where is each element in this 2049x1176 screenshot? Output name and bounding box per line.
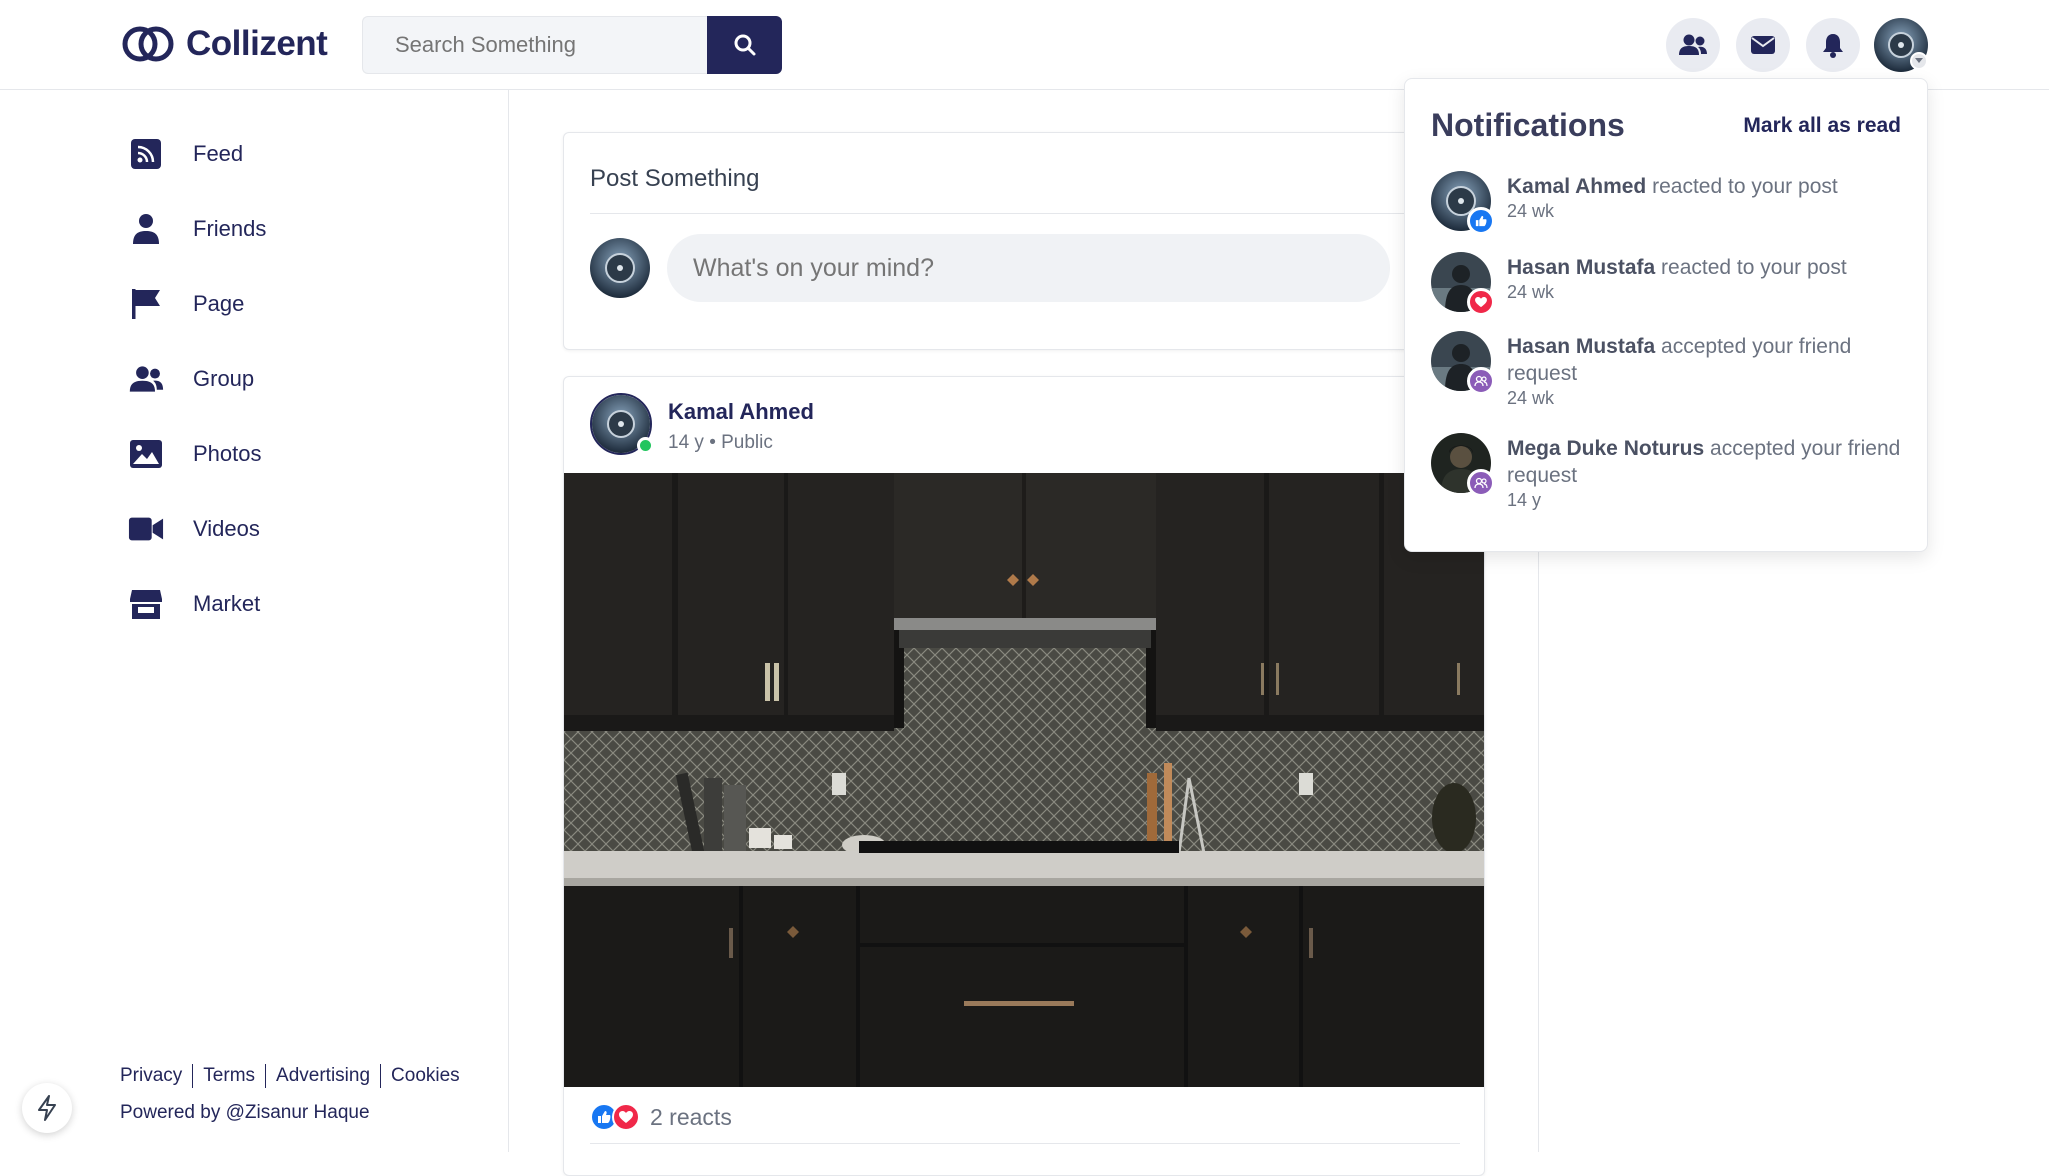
image-icon [128, 436, 164, 472]
user-icon [128, 211, 164, 247]
post-author[interactable]: Kamal Ahmed [668, 399, 814, 425]
friends-icon [1679, 34, 1707, 55]
divider [192, 1064, 194, 1088]
notification-text: Kamal Ahmed reacted to your post [1507, 173, 1907, 200]
heart-icon [612, 1103, 640, 1131]
divider [380, 1064, 382, 1088]
search-input[interactable] [362, 16, 707, 74]
notifications-dropdown: Notifications Mark all as read Kamal Ahm… [1404, 78, 1928, 552]
lightning-icon [38, 1095, 56, 1121]
reactions-summary[interactable]: 2 reacts [590, 1103, 732, 1131]
sidebar-item-label: Friends [193, 216, 267, 241]
left-sidebar: Feed Friends Page Group Photos Videos Ma… [0, 90, 509, 1152]
post-input[interactable] [667, 234, 1390, 302]
cookies-link[interactable]: Cookies [391, 1065, 460, 1087]
notification-time: 24 wk [1507, 282, 1555, 302]
divider [265, 1064, 267, 1088]
sidebar-item-videos[interactable]: Videos [128, 509, 260, 549]
video-icon [128, 511, 164, 547]
messages-button[interactable] [1736, 18, 1790, 72]
online-indicator [637, 437, 654, 454]
notification-item[interactable]: Hasan Mustafa reacted to your post 24 wk [1431, 252, 1911, 316]
notification-item[interactable]: Kamal Ahmed reacted to your post 24 wk [1431, 171, 1911, 235]
sidebar-item-label: Page [193, 291, 245, 316]
notification-time: 14 y [1507, 490, 1542, 510]
advertising-link[interactable]: Advertising [276, 1065, 370, 1087]
mark-all-read-button[interactable]: Mark all as read [1743, 114, 1901, 138]
reaction-icons [590, 1103, 640, 1131]
friends-icon [1467, 469, 1495, 497]
sidebar-item-label: Videos [193, 516, 260, 541]
logo-icon [122, 26, 174, 62]
notification-actor: Kamal Ahmed [1507, 175, 1647, 198]
reactions-count: 2 reacts [650, 1103, 732, 1130]
bell-icon [1823, 34, 1843, 58]
notification-time: 24 wk [1507, 388, 1555, 408]
notification-action: reacted to your post [1646, 175, 1838, 198]
notification-actor: Hasan Mustafa [1507, 335, 1656, 358]
sidebar-item-label: Market [193, 591, 261, 616]
notification-text: Hasan Mustafa reacted to your post [1507, 254, 1907, 281]
post-meta: 14 y • Public [668, 432, 773, 453]
notifications-title: Notifications [1431, 107, 1625, 143]
sidebar-item-friends[interactable]: Friends [128, 209, 266, 249]
notification-text: Hasan Mustafa accepted your friend reque… [1507, 333, 1907, 387]
search-bar [362, 16, 782, 74]
notification-item[interactable]: Hasan Mustafa accepted your friend reque… [1431, 331, 1911, 411]
sidebar-item-label: Photos [193, 441, 262, 466]
friends-button[interactable] [1666, 18, 1720, 72]
app-name: Collizent [186, 24, 328, 63]
composer-title: Post Something [590, 165, 760, 192]
sidebar-item-page[interactable]: Page [128, 284, 244, 324]
quick-action-button[interactable] [22, 1083, 72, 1133]
chevron-down-icon[interactable] [1910, 52, 1928, 70]
rss-icon [128, 136, 164, 172]
notification-actor: Mega Duke Noturus [1507, 437, 1705, 460]
store-icon [128, 586, 164, 622]
envelope-icon [1751, 36, 1775, 54]
sidebar-item-photos[interactable]: Photos [128, 434, 262, 474]
notification-actor: Hasan Mustafa [1507, 256, 1656, 279]
sidebar-item-market[interactable]: Market [128, 584, 260, 624]
feed-post: Kamal Ahmed 14 y • Public 2 reacts [563, 376, 1485, 1176]
powered-by: Powered by @Zisanur Haque [120, 1102, 370, 1123]
avatar[interactable] [590, 238, 650, 298]
like-icon [1467, 207, 1495, 235]
notification-time: 24 wk [1507, 201, 1555, 221]
footer-links: Privacy Terms Advertising Cookies [120, 1064, 460, 1088]
top-header: Collizent [0, 0, 2049, 90]
notification-action: reacted to your post [1655, 256, 1847, 279]
logo[interactable]: Collizent [120, 24, 328, 64]
notifications-button[interactable] [1806, 18, 1860, 72]
privacy-link[interactable]: Privacy [120, 1065, 182, 1087]
divider [590, 213, 1460, 214]
sidebar-item-label: Feed [193, 141, 244, 166]
post-composer: Post Something [563, 132, 1485, 350]
notification-text: Mega Duke Noturus accepted your friend r… [1507, 435, 1907, 489]
heart-icon [1467, 288, 1495, 316]
sidebar-item-label: Group [193, 366, 255, 391]
sidebar-item-group[interactable]: Group [128, 359, 254, 399]
flag-icon [128, 286, 164, 322]
post-image[interactable] [564, 473, 1485, 1087]
search-button[interactable] [707, 16, 782, 74]
terms-link[interactable]: Terms [203, 1065, 255, 1087]
users-icon [128, 361, 164, 397]
search-icon [734, 34, 755, 56]
notification-item[interactable]: Mega Duke Noturus accepted your friend r… [1431, 433, 1911, 513]
sidebar-item-feed[interactable]: Feed [128, 134, 243, 174]
friends-icon [1467, 367, 1495, 395]
divider [590, 1143, 1460, 1144]
